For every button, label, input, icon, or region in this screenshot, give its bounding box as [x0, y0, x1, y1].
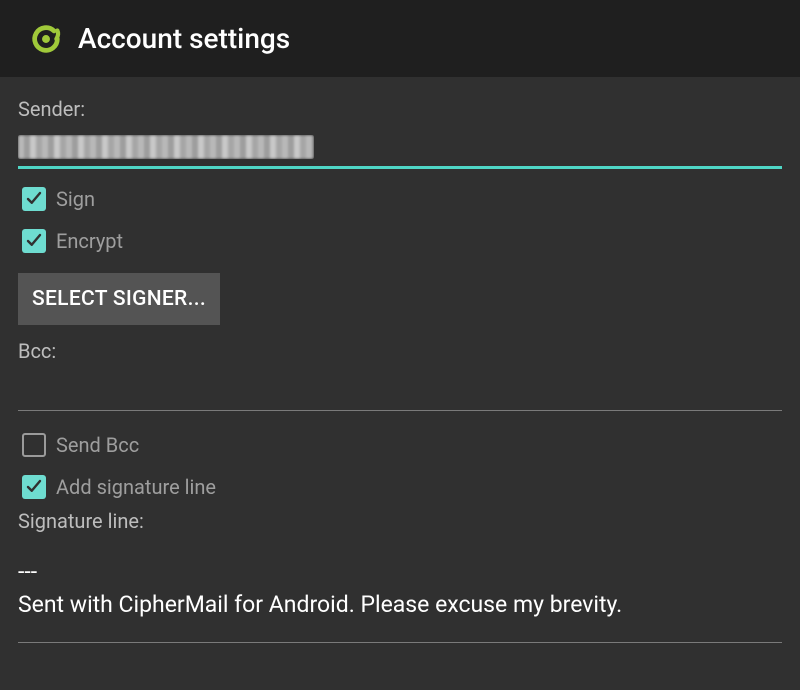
sender-label: Sender:: [18, 97, 782, 121]
bcc-input[interactable]: [18, 369, 782, 411]
add-signature-label: Add signature line: [56, 475, 216, 499]
select-signer-button[interactable]: SELECT SIGNER...: [18, 273, 220, 325]
page-title: Account settings: [78, 22, 290, 55]
checkmark-icon: [25, 232, 43, 250]
content-area: Sender: Sign Encrypt SELECT SIGNER... Bc…: [0, 77, 800, 661]
encrypt-label: Encrypt: [56, 229, 123, 253]
send-bcc-label: Send Bcc: [56, 433, 139, 457]
bcc-label: Bcc:: [18, 339, 782, 363]
sign-checkbox[interactable]: [22, 187, 46, 211]
sender-value-redacted: [18, 135, 314, 159]
send-bcc-checkbox[interactable]: [22, 433, 46, 457]
app-logo-icon: [28, 21, 64, 57]
encrypt-checkbox[interactable]: [22, 229, 46, 253]
checkmark-icon: [25, 478, 43, 496]
sign-label: Sign: [56, 187, 95, 211]
app-header: Account settings: [0, 0, 800, 77]
add-signature-checkbox[interactable]: [22, 475, 46, 499]
sender-input[interactable]: [18, 127, 782, 169]
signature-textarea[interactable]: --- Sent with CipherMail for Android. Pl…: [18, 555, 782, 643]
signature-label: Signature line:: [18, 509, 782, 533]
checkmark-icon: [25, 190, 43, 208]
